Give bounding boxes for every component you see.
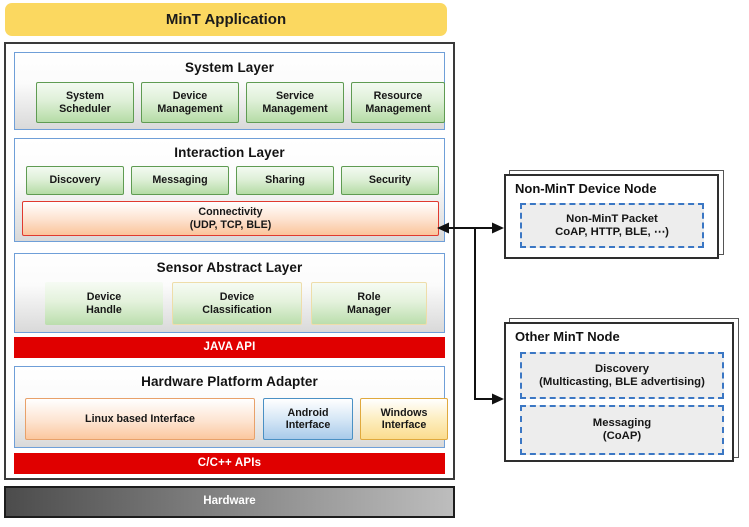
other-mint-messaging-line2: (CoAP) <box>602 430 642 442</box>
module-android-interface-line1: Android <box>287 406 329 419</box>
module-sharing-label: Sharing <box>265 174 305 187</box>
module-discovery-label: Discovery <box>49 174 101 187</box>
module-windows-interface-line2: Interface <box>381 419 427 431</box>
module-system-scheduler-line1: System <box>65 90 105 103</box>
java-api-label: JAVA API <box>203 340 256 353</box>
module-discovery[interactable]: Discovery <box>26 166 124 195</box>
module-linux-based-interface[interactable]: Linux based Interface <box>25 398 255 440</box>
module-connectivity-line2: (UDP, TCP, BLE) <box>189 218 272 231</box>
system-layer-title: System Layer <box>184 60 274 75</box>
non-mint-device-node-title: Non-MinT Device Node <box>515 181 657 196</box>
other-mint-discovery-line2: (Multicasting, BLE advertising) <box>539 375 705 388</box>
module-device-management[interactable]: Device Management <box>141 82 239 123</box>
other-mint-messaging-box[interactable]: Messaging (CoAP) <box>520 405 724 455</box>
non-mint-packet-line1: Non-MinT Packet <box>566 212 658 225</box>
mint-application-label: MinT Application <box>165 10 287 28</box>
module-device-management-line2: Management <box>157 102 223 115</box>
interaction-layer-group: Interaction Layer Discovery Messaging Sh… <box>14 138 445 242</box>
module-android-interface[interactable]: Android Interface <box>263 398 353 440</box>
arrowhead-right-top-icon <box>492 222 504 234</box>
module-device-classification[interactable]: Device Classification <box>172 282 302 325</box>
non-mint-device-node-card[interactable]: Non-MinT Device Node Non-MinT Packet CoA… <box>504 174 719 259</box>
module-device-classification-line2: Classification <box>202 303 272 316</box>
other-mint-node-card[interactable]: Other MinT Node Discovery (Multicasting,… <box>504 322 734 462</box>
module-windows-interface[interactable]: Windows Interface <box>360 398 448 440</box>
sensor-abstract-layer-group: Sensor Abstract Layer Device Handle Devi… <box>14 253 445 333</box>
other-mint-messaging-line1: Messaging <box>592 417 652 430</box>
module-security[interactable]: Security <box>341 166 439 195</box>
system-layer-group: System Layer System Scheduler Device Man… <box>14 52 445 130</box>
module-role-manager[interactable]: Role Manager <box>311 282 427 325</box>
module-sharing[interactable]: Sharing <box>236 166 334 195</box>
module-device-handle[interactable]: Device Handle <box>45 282 163 325</box>
connector-line-vertical <box>474 228 476 400</box>
module-resource-management-line1: Resource <box>373 90 423 103</box>
hardware-platform-adapter-title: Hardware Platform Adapter <box>141 374 318 389</box>
module-windows-interface-line1: Windows <box>380 406 428 419</box>
module-connectivity[interactable]: Connectivity (UDP, TCP, BLE) <box>22 201 439 236</box>
other-mint-discovery-line1: Discovery <box>594 362 649 375</box>
mint-stack-panel: System Layer System Scheduler Device Man… <box>4 42 455 480</box>
module-device-handle-line2: Handle <box>86 303 122 316</box>
arrowhead-right-bottom-icon <box>492 393 504 405</box>
module-connectivity-line1: Connectivity <box>198 206 263 219</box>
other-mint-node-title: Other MinT Node <box>515 329 620 344</box>
other-mint-discovery-box[interactable]: Discovery (Multicasting, BLE advertising… <box>520 352 724 399</box>
java-api-bar: JAVA API <box>14 337 445 358</box>
module-role-manager-line2: Manager <box>347 303 391 316</box>
module-service-management-line2: Management <box>262 102 328 115</box>
non-mint-packet-line2: CoAP, HTTP, BLE, ⋯) <box>555 225 669 238</box>
arrowhead-left-icon <box>437 222 449 234</box>
module-system-scheduler-line2: Scheduler <box>59 102 111 115</box>
module-messaging-label: Messaging <box>152 174 208 187</box>
module-system-scheduler[interactable]: System Scheduler <box>36 82 134 123</box>
module-device-management-line1: Device <box>172 90 208 103</box>
module-service-management[interactable]: Service Management <box>246 82 344 123</box>
mint-application-banner: MinT Application <box>5 3 447 36</box>
module-linux-based-interface-label: Linux based Interface <box>85 412 195 425</box>
module-resource-management[interactable]: Resource Management <box>351 82 445 123</box>
c-cpp-apis-bar: C/C++ APIs <box>14 453 445 474</box>
module-resource-management-line2: Management <box>365 102 431 115</box>
module-device-classification-line1: Device <box>219 291 255 304</box>
module-messaging[interactable]: Messaging <box>131 166 229 195</box>
c-cpp-apis-label: C/C++ APIs <box>197 456 262 469</box>
module-role-manager-line1: Role <box>357 291 381 304</box>
non-mint-packet-box[interactable]: Non-MinT Packet CoAP, HTTP, BLE, ⋯) <box>520 203 704 248</box>
hardware-bar: Hardware <box>4 486 455 518</box>
hardware-label: Hardware <box>203 495 256 508</box>
hardware-platform-adapter-group: Hardware Platform Adapter Linux based In… <box>14 366 448 448</box>
module-device-handle-line1: Device <box>86 291 122 304</box>
module-android-interface-line2: Interface <box>285 419 331 431</box>
module-service-management-line1: Service <box>275 90 315 103</box>
interaction-layer-title: Interaction Layer <box>174 145 285 160</box>
sensor-abstract-layer-title: Sensor Abstract Layer <box>156 260 303 275</box>
module-security-label: Security <box>368 174 412 187</box>
